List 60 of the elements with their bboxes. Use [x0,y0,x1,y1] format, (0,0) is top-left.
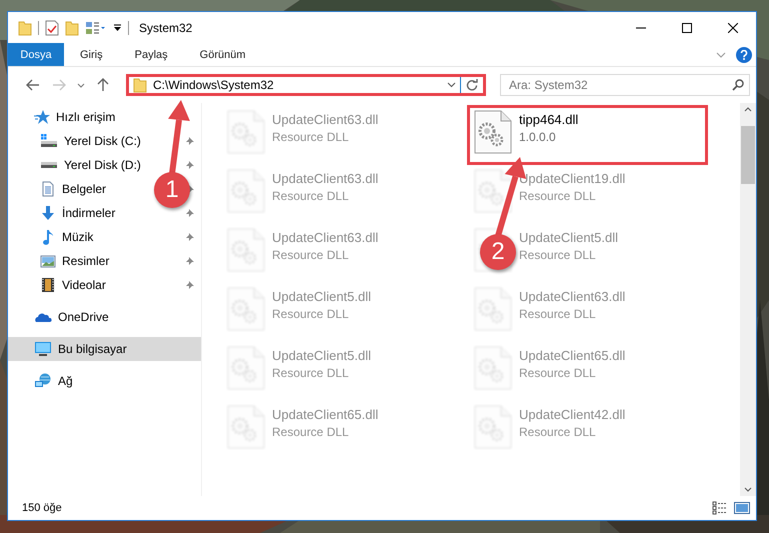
drive-icon [40,161,58,169]
item-count: 150 öğe [22,502,63,514]
dropdown-icon[interactable] [113,24,122,32]
scrollbar[interactable] [740,103,756,496]
chevron-down-icon[interactable] [716,52,726,58]
scroll-down-icon[interactable] [744,487,752,492]
dll-file-icon [226,227,266,273]
sidebar-item[interactable]: Videolar [40,277,106,293]
search-field[interactable]: Ara: System32 [500,74,750,96]
properties-icon[interactable] [45,20,59,36]
dll-file-icon [226,109,266,155]
sidebar-item[interactable]: Müzik [40,229,94,245]
sidebar-item[interactable]: Yerel Disk (C:) [40,133,141,149]
sidebar-item[interactable]: Belgeler [40,181,106,197]
dll-file-icon [226,168,266,214]
sidebar-item[interactable]: Resimler [40,253,110,269]
computer-icon [34,341,52,357]
step-badge: 2 [480,234,516,270]
dll-file-icon [473,345,513,391]
star-icon [34,109,50,125]
sidebar-item[interactable]: Yerel Disk (D:) [40,158,141,172]
sidebar-item[interactable]: Ağ [34,373,73,389]
dll-file-icon [473,109,513,155]
address-bar[interactable]: C:\Windows\System32 [126,74,486,96]
videos-icon [40,277,56,293]
help-icon[interactable] [736,46,752,62]
ribbon-tab[interactable]: Paylaş [118,43,184,66]
ribbon-tab[interactable]: Giriş [64,43,119,66]
dll-file-icon [473,286,513,332]
dll-file-icon [226,404,266,450]
scroll-thumb[interactable] [741,126,755,184]
sidebar-item[interactable]: Hızlı erişim [34,109,116,125]
sidebar-item[interactable]: OneDrive [34,309,109,325]
search-icon[interactable] [732,79,744,91]
window-title: System32 [139,20,194,34]
documents-icon [40,181,56,197]
pin-icon[interactable] [185,208,195,218]
pin-icon[interactable] [185,136,195,146]
network-icon [34,373,52,389]
view-icon[interactable] [85,20,107,34]
large-icons-view-icon[interactable] [734,501,750,515]
pin-icon[interactable] [185,280,195,290]
ribbon-tab[interactable]: Dosya [8,43,64,66]
dll-file-icon [473,404,513,450]
dll-file-icon [473,168,513,214]
dll-file-icon [226,345,266,391]
pin-icon[interactable] [185,232,195,242]
sidebar-item[interactable]: Bu bilgisayar [34,341,127,357]
dll-file-icon [226,286,266,332]
pin-icon[interactable] [185,160,195,170]
step-badge: 1 [154,172,190,208]
sidebar-item[interactable]: İndirmeler [40,205,116,221]
downloads-icon [40,205,56,221]
pictures-icon [40,253,56,269]
ribbon-tab[interactable]: Görünüm [184,43,262,66]
system-drive-icon [40,133,58,149]
details-view-icon[interactable] [712,501,728,515]
scroll-up-icon[interactable] [744,107,752,112]
pin-icon[interactable] [185,256,195,266]
file-item[interactable]: tipp464.dll 1.0.0.0 [519,109,578,144]
